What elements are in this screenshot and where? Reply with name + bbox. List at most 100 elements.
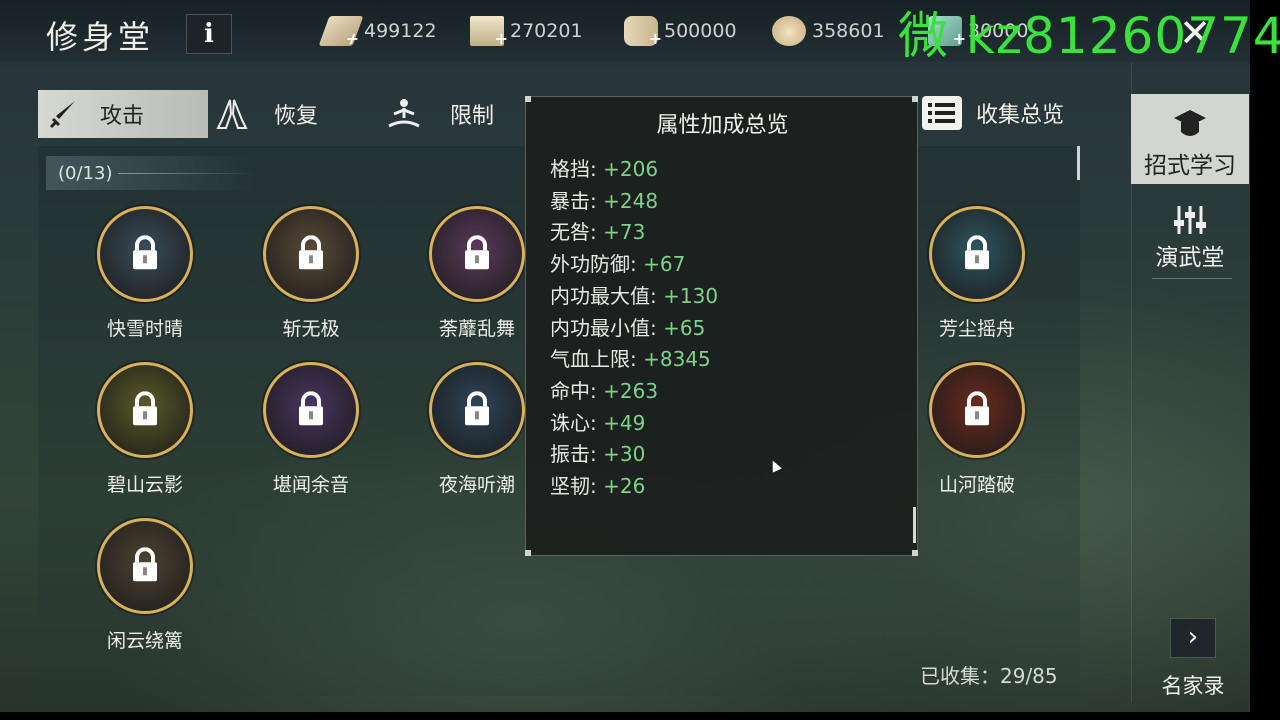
attribute-value: +130 (663, 283, 719, 308)
lock-icon (965, 235, 989, 270)
skill-icon (429, 362, 525, 458)
skill-name: 荼蘼乱舞 (438, 318, 515, 340)
skill-item[interactable]: 斩无极 (246, 206, 376, 346)
skill-item[interactable]: 芳尘摇舟 (912, 206, 1042, 346)
skill-name: 夜海听潮 (438, 474, 515, 496)
collection-overview-label: 收集总览 (976, 103, 1065, 128)
skill-icon (97, 518, 193, 614)
bun-icon (772, 16, 806, 46)
famous-masters-label: 名家录 (1161, 674, 1225, 698)
skill-icon (929, 362, 1025, 458)
attribute-row: 诛心: +49 (550, 407, 645, 436)
resource-value: 499122 (364, 20, 437, 42)
attribute-name: 诛心: (550, 410, 604, 435)
lock-icon (465, 235, 489, 270)
attribute-name: 暴击: (550, 188, 604, 213)
popup-corner (525, 96, 531, 102)
tab-label: 恢复 (274, 104, 319, 129)
attribute-row: 无咎: +73 (550, 216, 645, 245)
skill-item[interactable]: 快雪时晴 (80, 206, 210, 346)
attribute-row: 内功最大值: +130 (550, 280, 718, 309)
attribute-name: 无咎: (550, 220, 604, 245)
skill-item[interactable]: 夜海听潮 (412, 362, 542, 502)
resource-scroll[interactable]: + 500000 (624, 14, 737, 48)
attribute-row: 振击: +30 (550, 438, 645, 467)
top-bar: 修身堂 i + 499122 + 270201 + 500000 358601 … (0, 0, 1280, 65)
resource-value: 500000 (664, 20, 737, 42)
sidebar-item-label: 演武堂 (1155, 245, 1225, 271)
sword-icon (44, 94, 84, 134)
skill-item[interactable]: 山河踏破 (912, 362, 1042, 502)
resource-ingot[interactable]: + 499122 (318, 14, 437, 48)
attribute-value: +65 (663, 315, 706, 340)
panel-scrollbar[interactable] (1077, 146, 1080, 180)
attribute-value: +73 (603, 220, 646, 245)
tab-attack[interactable]: 攻击 (38, 90, 208, 138)
graduation-cap-icon (1174, 110, 1206, 136)
attribute-value: +206 (603, 157, 659, 181)
skill-item[interactable]: 碧山云影 (80, 362, 210, 502)
sidebar-separator (1152, 278, 1232, 279)
resource-bun[interactable]: 358601 (772, 14, 885, 48)
resource-value: 358601 (812, 20, 885, 42)
attribute-value: +248 (603, 188, 659, 213)
skill-icon (97, 362, 193, 458)
scroll-icon: + (624, 16, 662, 48)
lock-icon (965, 391, 989, 426)
skill-item[interactable]: 荼蘼乱舞 (412, 206, 542, 346)
lock-icon (299, 391, 323, 426)
tab-restrict[interactable]: 限制 (384, 90, 524, 138)
attribute-value: +67 (643, 252, 686, 277)
meditation-icon (384, 94, 424, 134)
silver-bars-icon: + (470, 16, 508, 48)
lock-icon (133, 547, 157, 582)
skill-name: 斩无极 (282, 318, 340, 340)
popup-scrollbar[interactable] (913, 507, 916, 543)
collected-count: 已收集：29/85 (920, 664, 1058, 688)
sliders-icon (1174, 206, 1206, 234)
popup-corner (912, 550, 918, 556)
famous-masters-button[interactable]: › (1170, 618, 1216, 658)
attribute-bonus-popup: 属性加成总览 格挡: +206 暴击: +248 无咎: +73 外功防御: +67 内… (525, 96, 918, 556)
attribute-name: 命中: (550, 378, 604, 403)
popup-title: 属性加成总览 (656, 113, 789, 138)
sidebar-item-training-hall[interactable]: 演武堂 (1131, 200, 1249, 280)
resource-value: 270201 (510, 20, 583, 42)
collection-overview-button[interactable]: 收集总览 (922, 96, 1064, 130)
skill-item[interactable]: 堪闻余音 (246, 362, 376, 502)
attribute-row: 坚韧: +26 (550, 470, 645, 499)
attribute-value: +30 (603, 442, 646, 467)
sidebar-item-label: 招式学习 (1144, 153, 1236, 179)
skill-icon (929, 206, 1025, 302)
letterbox-bottom (0, 712, 1280, 720)
attribute-row: 外功防御: +67 (550, 248, 685, 277)
attribute-value: +263 (603, 378, 659, 403)
skill-name: 堪闻余音 (272, 474, 349, 496)
skill-name: 快雪时晴 (106, 318, 183, 340)
sidebar-item-learn-moves[interactable]: 招式学习 (1131, 94, 1249, 184)
lock-icon (465, 391, 489, 426)
attribute-name: 内功最大值: (550, 283, 664, 308)
skill-icon (263, 362, 359, 458)
info-button[interactable]: i (186, 14, 232, 54)
attribute-name: 格挡: (550, 157, 604, 181)
skill-item[interactable]: 闲云绕篱 (80, 518, 210, 658)
attribute-name: 内功最小值: (550, 315, 664, 340)
praying-hands-icon (212, 94, 252, 134)
attribute-row: 命中: +263 (550, 375, 658, 404)
attribute-row: 内功最小值: +65 (550, 312, 705, 341)
attribute-value: +49 (603, 410, 646, 435)
skill-name: 闲云绕篱 (106, 630, 183, 652)
resource-silver[interactable]: + 270201 (470, 14, 583, 48)
letterbox-right (1250, 0, 1280, 720)
page-title: 修身堂 (46, 18, 155, 56)
tab-recover[interactable]: 恢复 (212, 90, 372, 138)
ingot-icon: + (318, 16, 364, 48)
list-icon (922, 96, 962, 130)
skill-icon (429, 206, 525, 302)
attribute-name: 外功防御: (550, 252, 644, 277)
popup-corner (525, 550, 531, 556)
attribute-row: 暴击: +248 (550, 185, 658, 214)
skill-name: 芳尘摇舟 (938, 318, 1015, 340)
skill-name: 山河踏破 (938, 474, 1015, 496)
